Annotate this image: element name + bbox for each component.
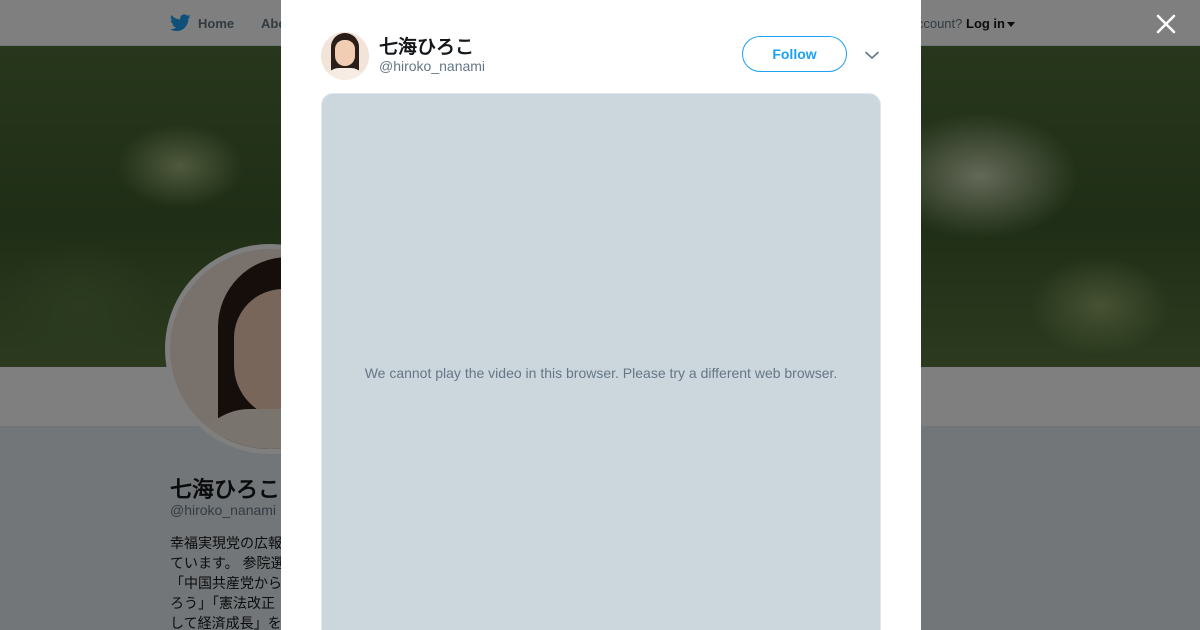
close-icon xyxy=(1156,14,1176,34)
author-handle[interactable]: @hiroko_nanami xyxy=(379,58,485,74)
tweet-modal: 七海ひろこ @hiroko_nanami Follow We cannot pl… xyxy=(281,0,921,630)
video-player[interactable]: We cannot play the video in this browser… xyxy=(321,93,881,630)
author-name[interactable]: 七海ひろこ xyxy=(379,32,474,59)
follow-button[interactable]: Follow xyxy=(742,36,847,72)
author-avatar[interactable] xyxy=(321,32,369,80)
close-button[interactable] xyxy=(1152,10,1180,38)
more-options-button[interactable] xyxy=(863,46,881,64)
video-error-message: We cannot play the video in this browser… xyxy=(364,365,838,381)
chevron-down-icon xyxy=(865,51,879,59)
